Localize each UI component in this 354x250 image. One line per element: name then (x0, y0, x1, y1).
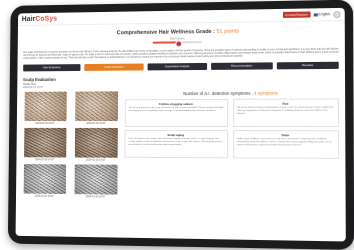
symptom-description: From the photos, your scalp's color and … (128, 137, 223, 146)
symptom-title: Follicle clogging sebum (158, 101, 193, 107)
tab-remarks[interactable]: Remarks (276, 61, 339, 70)
scalp-photo-image (74, 91, 118, 122)
top-bar: HairCoSys Contact/Register English (17, 7, 345, 26)
symptom-card: Follicle clogging sebum The oil, fatty de… (124, 98, 228, 128)
section-date: 2024-01-16 14:57 (22, 85, 44, 89)
scalp-content: 2024-01-16 14:57 2024-01-16 14:57 2024-01-… (22, 90, 340, 201)
symptom-title: Stain (281, 133, 290, 138)
wellness-points: 51 points (216, 28, 239, 35)
scalp-photo[interactable]: 2024-01-16 14:57 (22, 164, 67, 198)
photo-timestamp: 2024-01-16 14:57 (35, 122, 55, 125)
user-avatar-icon[interactable] (333, 10, 341, 18)
symptom-card: Scalp aging From the photos, your scalp's… (124, 129, 228, 159)
scalp-photo-image (23, 127, 66, 158)
tablet-frame: HairCoSys Contact/Register English Compr… (7, 0, 354, 250)
symptom-description: The oil has detected redness/inflammatio… (236, 106, 334, 115)
slider-thumb (175, 39, 183, 47)
scalp-photo-grid: 2024-01-16 14:57 2024-01-16 14:57 2024-01-… (22, 91, 119, 198)
scalp-photo-image (74, 127, 118, 158)
slider-fill (152, 41, 178, 44)
language-selector[interactable]: English (313, 12, 330, 16)
symptom-card: Stain Visible signs of follicles, also kn… (232, 130, 340, 159)
scalp-photo-image (23, 91, 67, 122)
photo-timestamp: 2024-01-16 14:57 (86, 122, 106, 125)
scalp-photo[interactable]: 2024-01-16 14:57 (23, 91, 68, 125)
detection-panel: Number of A.I. detection symptoms : 4 sy… (124, 90, 340, 201)
contact-register-button[interactable]: Contact/Register (283, 11, 311, 18)
flag-icon (313, 12, 318, 16)
symptom-card: Red The oil has detected redness/inflamma… (232, 98, 339, 128)
photo-timestamp: 2024-01-16 14:57 (34, 194, 54, 198)
symptom-description: Visible signs of follicles, also known a… (236, 138, 332, 147)
symptom-count: 4 symptoms (254, 90, 278, 96)
intro-paragraph: Dry scalp contributed by excessive secre… (23, 47, 339, 60)
app-screen: HairCoSys Contact/Register English Compr… (15, 7, 346, 242)
tab-hair-evaluation[interactable]: Hair Evaluation (23, 64, 81, 72)
scalp-photo[interactable]: 2024-01-16 14:57 (22, 127, 67, 162)
scalp-photo-image (23, 164, 66, 195)
tab-scalp-evaluation[interactable]: Scalp Evaluation (84, 63, 144, 71)
symptom-title: Scalp aging (167, 132, 185, 138)
symptom-title: Red (282, 101, 289, 106)
evaluation-tabs: Hair Evaluation Scalp Evaluation Quantitat… (23, 61, 339, 72)
scalp-photo[interactable]: 2024-01-16 14:57 (73, 91, 119, 125)
tab-quantitative-analysis[interactable]: Quantitative Analysis (147, 62, 208, 71)
scalp-photo[interactable]: 2024-01-16 14:57 (73, 164, 119, 198)
symptom-cards: Follicle clogging sebum The oil, fatty de… (124, 98, 340, 159)
symptom-description: The oil, fatty deposit on the scalp and … (128, 106, 224, 112)
photo-timestamp: 2024-01-16 14:57 (35, 158, 55, 162)
scalp-photo-image (74, 164, 118, 195)
language-label: English (318, 12, 331, 17)
photo-timestamp: 2024-01-16 14:57 (86, 158, 106, 162)
slider-track (152, 39, 203, 47)
app-logo[interactable]: HairCoSys (22, 15, 57, 22)
scalp-photo[interactable]: 2024-01-16 14:57 (73, 127, 119, 162)
detection-title: Number of A.I. detection symptoms : 4 sy… (183, 90, 278, 97)
photo-timestamp: 2024-01-16 14:57 (85, 195, 106, 199)
tab-recommendation[interactable]: Recommendation (211, 62, 273, 70)
scalp-section-header: Scalp Evaluation Study Test 2024-01-16 1… (23, 75, 339, 89)
